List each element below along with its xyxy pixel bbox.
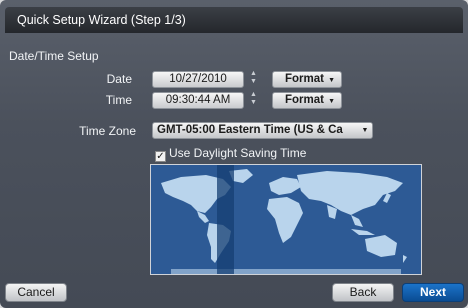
time-format-label: Format [285, 94, 324, 106]
next-button[interactable]: Next [402, 283, 464, 302]
section-title: Date/Time Setup [9, 49, 99, 63]
date-spinner[interactable]: ▲ ▼ [248, 70, 259, 88]
date-format-label: Format [285, 73, 324, 85]
selected-timezone-band [217, 165, 234, 274]
date-field[interactable]: 10/27/2010 [152, 71, 244, 88]
spin-up-icon[interactable]: ▲ [248, 91, 259, 99]
quick-setup-window: Quick Setup Wizard (Step 1/3) Date/Time … [0, 0, 468, 308]
timezone-world-map[interactable] [150, 164, 422, 275]
time-spinner[interactable]: ▲ ▼ [248, 91, 259, 109]
timezone-select[interactable]: GMT-05:00 Eastern Time (US & Ca ▼ [152, 122, 373, 139]
timezone-value: GMT-05:00 Eastern Time (US & Ca [157, 124, 343, 136]
time-label: Time [105, 93, 132, 107]
cancel-button[interactable]: Cancel [5, 283, 67, 302]
dst-option[interactable]: ✓ Use Daylight Saving Time [155, 146, 307, 162]
caret-down-icon: ▼ [328, 77, 335, 84]
dst-label: Use Daylight Saving Time [169, 146, 307, 160]
spin-down-icon[interactable]: ▼ [248, 78, 259, 86]
date-label: Date [106, 72, 132, 86]
timezone-label: Time Zone [79, 124, 136, 138]
caret-down-icon: ▼ [358, 123, 372, 138]
world-map-graphic [151, 165, 421, 274]
time-format-button[interactable]: Format ▼ [272, 92, 342, 109]
dst-checkbox[interactable]: ✓ [155, 151, 166, 162]
spin-up-icon[interactable]: ▲ [248, 70, 259, 78]
spin-down-icon[interactable]: ▼ [248, 99, 259, 107]
time-field[interactable]: 09:30:44 AM [152, 92, 244, 109]
window-title: Quick Setup Wizard (Step 1/3) [5, 7, 463, 33]
caret-down-icon: ▼ [328, 98, 335, 105]
date-format-button[interactable]: Format ▼ [272, 71, 342, 88]
back-button[interactable]: Back [332, 283, 394, 302]
